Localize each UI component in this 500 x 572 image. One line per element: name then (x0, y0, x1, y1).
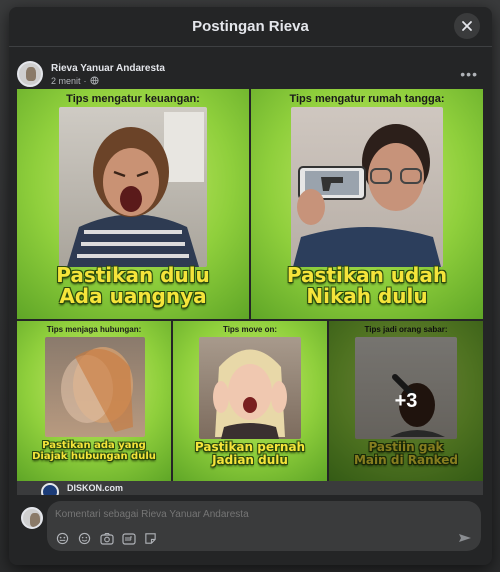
photo-tile-keuangan[interactable]: Tips mengatur keuangan: Pastikan dulu Ad… (17, 89, 249, 319)
tile-bottom-caption: Pastikan udah Nikah dulu (286, 263, 448, 308)
comment-box (47, 501, 481, 551)
comment-tools (55, 531, 158, 546)
photo-tile-rumah-tangga[interactable]: Tips mengatur rumah tangga: Pastikan uda… (251, 89, 483, 319)
author-block: Rieva Yanuar Andaresta 2 menit · (51, 63, 165, 86)
tile-bottom-caption: Pastikan ada yang Diajak hubungan dulu (32, 440, 156, 462)
modal-header: Postingan Rieva (9, 7, 492, 47)
tile-top-caption: Tips mengatur keuangan: (66, 93, 200, 105)
diskon-logo-icon (41, 483, 59, 495)
avatar-sticker-icon[interactable] (55, 531, 70, 546)
tile-top-caption: Tips move on: (222, 325, 278, 334)
photo-blended-faces (45, 337, 145, 437)
comment-input[interactable] (55, 509, 455, 520)
post-meta: 2 menit · (51, 76, 165, 86)
author-avatar[interactable] (17, 61, 43, 87)
comment-area (9, 495, 492, 565)
post-time[interactable]: 2 menit (51, 76, 81, 86)
author-name[interactable]: Rieva Yanuar Andaresta (51, 63, 165, 74)
more-photos-overlay[interactable]: +3 (329, 321, 483, 481)
post-modal: Postingan Rieva Rieva Yanuar Andaresta 2… (9, 7, 492, 565)
tile-top-caption: Tips mengatur rumah tangga: (289, 93, 445, 105)
link-preview[interactable]: DISKON.com (17, 481, 483, 495)
photo-crying-boy-with-phone (291, 107, 443, 267)
send-icon (459, 534, 471, 542)
photo-screaming-woman (199, 337, 301, 439)
camera-icon[interactable] (99, 531, 114, 546)
tile-bottom-caption: Pastikan pernah Jadian dulu (194, 440, 306, 467)
more-options-button[interactable]: ••• (460, 66, 478, 82)
photo-crying-girl (59, 107, 207, 267)
modal-title: Postingan Rieva (192, 18, 309, 35)
close-button[interactable] (454, 13, 480, 39)
link-preview-label[interactable]: DISKON.com (67, 483, 123, 493)
photo-grid: Tips mengatur keuangan: Pastikan dulu Ad… (17, 89, 483, 481)
gif-icon[interactable] (121, 531, 136, 546)
tile-top-caption: Tips menjaga hubungan: (46, 325, 142, 334)
photo-tile-sabar[interactable]: Tips jadi orang sabar: Pastiin gak Main … (329, 321, 483, 481)
photo-tile-hubungan[interactable]: Tips menjaga hubungan: Pastikan ada yang… (17, 321, 171, 481)
send-button[interactable] (458, 531, 473, 546)
sticker-icon[interactable] (143, 531, 158, 546)
commenter-avatar[interactable] (21, 507, 43, 529)
tile-bottom-caption: Pastikan dulu Ada uangnya (56, 263, 210, 308)
close-icon (462, 21, 472, 31)
post-header: Rieva Yanuar Andaresta 2 menit · ••• (9, 47, 492, 93)
emoji-icon[interactable] (77, 531, 92, 546)
globe-icon (89, 76, 99, 85)
photo-tile-move-on[interactable]: Tips move on: Pastikan pernah Jadian dul… (173, 321, 327, 481)
